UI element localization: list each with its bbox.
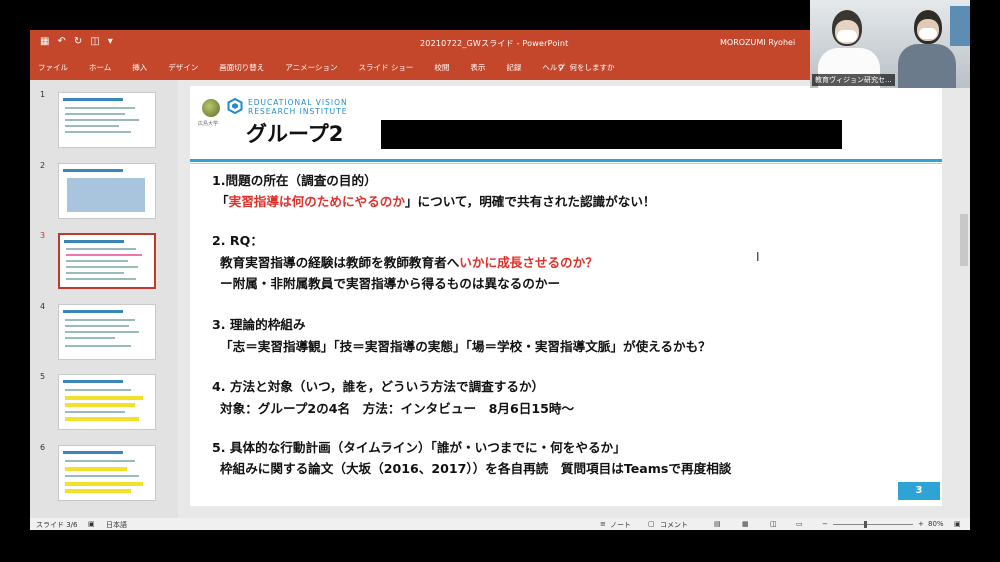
slide-editor-area[interactable]: 広島大学 EDUCATIONAL VISION RESEARCH INSTITU… (178, 80, 970, 518)
redaction-bar (381, 120, 842, 149)
present-icon[interactable]: ◫ (90, 36, 99, 48)
thumbnail-number: 6 (40, 443, 46, 452)
status-bar: スライド 3/6 ▣ 日本語 ≡ ノート ▢ コメント ▤ ▦ ◫ ▭ − + … (30, 518, 970, 530)
tab-design[interactable]: デザイン (168, 62, 198, 73)
text-cursor-icon: Ⅰ (756, 250, 760, 264)
institute-logo-line2: RESEARCH INSTITUTE (248, 107, 348, 116)
university-logo-caption: 広島大学 (198, 121, 219, 127)
slideshow-icon[interactable]: ▭ (796, 520, 803, 528)
thumbnail-number: 5 (40, 372, 46, 381)
zoom-out-icon[interactable]: − (822, 520, 828, 528)
title-divider (190, 159, 942, 162)
tell-me-text: 何をしますか (569, 63, 615, 72)
slide-thumbnail-1[interactable] (58, 92, 156, 148)
tab-review[interactable]: 校閲 (434, 62, 449, 73)
participant-name-label: 教育ヴィジョン研究セ... (812, 74, 895, 86)
section-2-heading[interactable]: 2. RQ： (212, 230, 263, 249)
notes-button[interactable]: ノート (610, 520, 631, 530)
tab-home[interactable]: ホーム (89, 62, 111, 73)
ribbon-tabs: ファイル ホーム 挿入 デザイン 画面切り替え アニメーション スライド ショー… (38, 62, 586, 73)
section-3-text[interactable]: 「志＝実習指導観」「技＝実習指導の実態」「場＝学校・実習指導文脈」が使えるかも？ (220, 336, 711, 355)
institute-logo-line1: EDUCATIONAL VISION (248, 98, 348, 107)
powerpoint-window: ▦ ↶ ↻ ◫ ▾ 20210722_GWスライド - PowerPoint M… (30, 30, 970, 530)
tab-record[interactable]: 記録 (506, 62, 521, 73)
thumbnail-number: 1 (40, 90, 46, 99)
section-3-heading[interactable]: 3. 理論的枠組み (212, 314, 306, 333)
poster-image (950, 6, 970, 46)
tab-view[interactable]: 表示 (470, 62, 485, 73)
hexagon-logo-icon (227, 98, 243, 114)
section-5-heading[interactable]: 5. 具体的な行動計画（タイムライン）「誰が・いつまでに・何をやるか」 (212, 437, 626, 456)
section-2-subtext[interactable]: ー附属・非附属教員で実習指導から得るものは異なるのかー (220, 273, 560, 292)
section-2-text[interactable]: 教育実習指導の経験は教師を教師教育者へいかに成長させるのか？ (220, 252, 598, 271)
section-1-text[interactable]: 「実習指導は何のためにやるのか」について，明確で共有された認識がない！ (216, 191, 656, 210)
tab-transitions[interactable]: 画面切り替え (219, 62, 264, 73)
slide-thumbnail-4[interactable] (58, 304, 156, 360)
undo-icon[interactable]: ↶ (57, 36, 65, 48)
tab-file[interactable]: ファイル (38, 62, 68, 73)
section-1-heading[interactable]: 1.問題の所在（調査の目的） (212, 170, 377, 189)
slide-title[interactable]: グループ2 (246, 118, 343, 148)
current-slide[interactable]: 広島大学 EDUCATIONAL VISION RESEARCH INSTITU… (190, 86, 942, 506)
section-2-highlight: いかに成長させるのか？ (459, 255, 598, 270)
section-5-text[interactable]: 枠組みに関する論文（大坂（2016、2017））を各自再読 質問項目はTeams… (220, 458, 731, 477)
zoom-in-icon[interactable]: + (918, 520, 924, 528)
tell-me-box[interactable]: ⚲ 何をしますか (558, 62, 615, 73)
section-4-text[interactable]: 対象：グループ2の4名 方法：インタビュー 8月6日15時～ (220, 398, 574, 417)
thumbnail-number: 2 (40, 161, 46, 170)
slide-thumbnail-6[interactable] (58, 445, 156, 501)
document-title: 20210722_GWスライド - PowerPoint (420, 39, 569, 48)
slide-thumbnail-panel[interactable]: 1 2 3 4 5 6 (30, 80, 178, 518)
comments-icon[interactable]: ▢ (648, 520, 655, 528)
slide-page-number: 3 (898, 482, 940, 500)
tab-slideshow[interactable]: スライド ショー (358, 62, 413, 73)
title-divider-light (190, 163, 942, 164)
reading-view-icon[interactable]: ◫ (770, 520, 777, 528)
customize-icon[interactable]: ▾ (108, 36, 113, 48)
webcam-video-feed: 教育ヴィジョン研究セ... (810, 0, 970, 88)
redo-icon[interactable]: ↻ (74, 36, 82, 48)
slide-counter: スライド 3/6 (36, 521, 78, 529)
vertical-scrollbar[interactable] (958, 80, 970, 518)
slide-sorter-icon[interactable]: ▦ (742, 520, 749, 528)
zoom-slider-handle[interactable] (864, 521, 867, 528)
tab-animations[interactable]: アニメーション (285, 62, 337, 73)
normal-view-icon[interactable]: ▤ (714, 520, 721, 528)
section-1-highlight: 実習指導は何のためにやるのか (228, 194, 405, 209)
tab-insert[interactable]: 挿入 (132, 62, 147, 73)
comments-button[interactable]: コメント (660, 520, 688, 530)
lightbulb-icon: ⚲ (558, 63, 564, 72)
language-indicator[interactable]: 日本語 (106, 520, 127, 530)
fit-to-window-icon[interactable]: ▣ (954, 520, 961, 528)
scrollbar-thumb[interactable] (960, 214, 968, 266)
zoom-slider[interactable] (833, 524, 913, 525)
save-icon[interactable]: ▦ (40, 36, 49, 48)
thumbnail-number-active: 3 (40, 231, 46, 240)
notes-icon[interactable]: ≡ (600, 520, 606, 528)
quick-access-toolbar: ▦ ↶ ↻ ◫ ▾ (40, 36, 113, 48)
section-4-heading[interactable]: 4. 方法と対象（いつ，誰を，どういう方法で調査するか） (212, 376, 544, 395)
zoom-level[interactable]: 80% (928, 520, 944, 528)
thumbnail-number: 4 (40, 302, 46, 311)
slide-thumbnail-3[interactable] (58, 233, 156, 289)
slide-thumbnail-5[interactable] (58, 374, 156, 430)
institute-logo-text: EDUCATIONAL VISION RESEARCH INSTITUTE (248, 98, 348, 116)
accessibility-icon[interactable]: ▣ (88, 520, 95, 528)
user-name[interactable]: MOROZUMI Ryohei (720, 38, 795, 47)
slide-thumbnail-2[interactable] (58, 163, 156, 219)
university-logo (202, 99, 220, 117)
